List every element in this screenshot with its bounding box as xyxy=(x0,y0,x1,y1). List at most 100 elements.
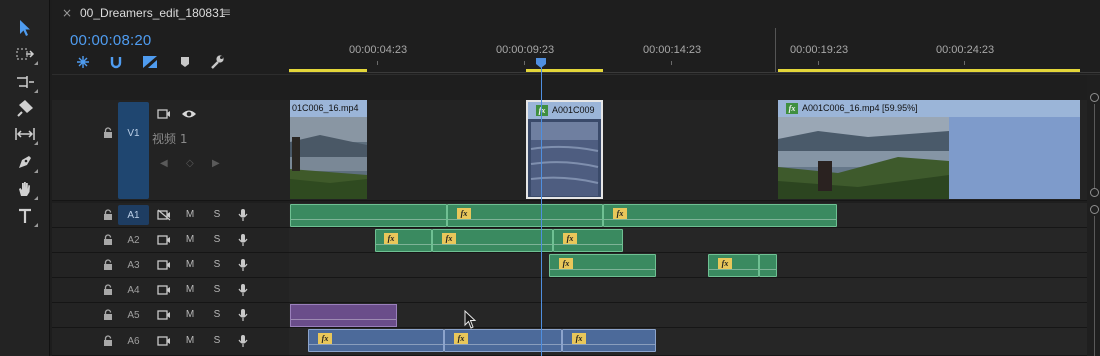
track-id: V1 xyxy=(127,128,140,139)
eye-icon[interactable] xyxy=(181,107,197,121)
scroll-track[interactable] xyxy=(1094,104,1095,188)
ruler-tick xyxy=(377,61,378,65)
target-track-v1[interactable]: V1 xyxy=(118,102,149,199)
audio-clip[interactable]: fx xyxy=(444,329,562,352)
microphone-icon[interactable] xyxy=(235,233,251,247)
mute-button[interactable]: M xyxy=(183,234,197,245)
audio-clip[interactable]: fx xyxy=(432,229,553,252)
type-tool-icon[interactable] xyxy=(12,204,38,228)
video-clip[interactable]: 01C006_16.mp4 xyxy=(290,100,367,199)
vertical-scrollbar[interactable] xyxy=(1087,75,1100,356)
audio-clip[interactable] xyxy=(290,304,397,327)
lock-track-icon[interactable] xyxy=(102,335,114,347)
audio-clip[interactable]: fx xyxy=(308,329,444,352)
audio-clip[interactable]: fx xyxy=(447,204,603,227)
track-name[interactable]: 视频 1 xyxy=(152,130,187,147)
solo-button[interactable]: S xyxy=(210,284,224,295)
sync-lock-off-icon[interactable] xyxy=(156,208,172,222)
audio-clip[interactable]: fx xyxy=(553,229,623,252)
sync-lock-icon[interactable] xyxy=(156,308,172,322)
mute-button[interactable]: M xyxy=(183,259,197,270)
solo-button[interactable]: S xyxy=(210,335,224,346)
add-keyframe-icon[interactable]: ◇ xyxy=(186,158,194,169)
track-header-a5: A5 M S xyxy=(52,303,289,328)
audio-clip[interactable]: fx xyxy=(375,229,432,252)
sync-lock-icon[interactable] xyxy=(156,233,172,247)
target-track-a1[interactable]: A1 xyxy=(118,205,149,225)
target-track-a3[interactable]: A3 xyxy=(118,255,149,275)
sync-lock-icon[interactable] xyxy=(156,283,172,297)
microphone-icon[interactable] xyxy=(235,283,251,297)
audio-lane-a6[interactable]: fx fx fx xyxy=(289,328,1087,356)
mute-button[interactable]: M xyxy=(183,309,197,320)
video-clip[interactable]: fx A001C006_16.mp4 [59.95%] xyxy=(778,100,1080,199)
audio-clip[interactable]: fx xyxy=(562,329,656,352)
panel-menu-icon[interactable]: ≡ xyxy=(221,5,231,19)
scroll-handle-top[interactable] xyxy=(1090,93,1099,102)
microphone-icon[interactable] xyxy=(235,334,251,348)
solo-button[interactable]: S xyxy=(210,309,224,320)
lock-track-icon[interactable] xyxy=(102,284,114,296)
microphone-icon[interactable] xyxy=(235,258,251,272)
track-select-tool-icon[interactable] xyxy=(12,42,38,66)
lock-track-icon[interactable] xyxy=(102,209,114,221)
linked-selection-icon[interactable] xyxy=(141,54,159,70)
solo-button[interactable]: S xyxy=(210,209,224,220)
lock-track-icon[interactable] xyxy=(102,127,114,139)
scroll-handle-bottom[interactable] xyxy=(1090,188,1099,197)
target-track-a5[interactable]: A5 xyxy=(118,305,149,325)
next-keyframe-icon[interactable]: ▶ xyxy=(212,158,220,169)
hand-tool-icon[interactable] xyxy=(12,177,38,201)
add-marker-icon[interactable] xyxy=(176,54,194,70)
close-tab-icon[interactable]: × xyxy=(62,6,72,20)
audio-clip[interactable]: fx xyxy=(549,254,656,277)
razor-tool-icon[interactable] xyxy=(12,96,38,120)
lock-track-icon[interactable] xyxy=(102,259,114,271)
waveform xyxy=(445,344,561,345)
prev-keyframe-icon[interactable]: ◀ xyxy=(160,158,168,169)
tools-panel xyxy=(0,0,50,356)
sequence-tab-title[interactable]: 00_Dreamers_edit_180831 xyxy=(80,6,225,20)
selection-tool-icon[interactable] xyxy=(12,16,38,40)
playhead-timecode[interactable]: 00:00:08:20 xyxy=(70,32,151,49)
snap-icon[interactable] xyxy=(107,54,125,70)
audio-lane-a2[interactable]: fx fx fx xyxy=(289,228,1087,253)
audio-lane-a1[interactable]: fx fx xyxy=(289,203,1087,228)
nest-icon[interactable] xyxy=(74,54,92,70)
mute-button[interactable]: M xyxy=(183,284,197,295)
waveform xyxy=(448,219,602,220)
microphone-icon[interactable] xyxy=(235,308,251,322)
lock-track-icon[interactable] xyxy=(102,309,114,321)
ruler-label: 00:00:14:23 xyxy=(643,44,702,56)
target-track-a4[interactable]: A4 xyxy=(118,280,149,300)
track-header-a2: A2 M S xyxy=(52,228,289,253)
audio-lane-a3[interactable]: fx fx xyxy=(289,253,1087,278)
clip-thumbnail xyxy=(528,119,601,197)
mute-button[interactable]: M xyxy=(183,209,197,220)
audio-lane-a4[interactable] xyxy=(289,278,1087,303)
audio-clip[interactable]: fx xyxy=(708,254,759,277)
scroll-track[interactable] xyxy=(1094,216,1095,356)
microphone-icon[interactable] xyxy=(235,208,251,222)
sync-lock-icon[interactable] xyxy=(156,258,172,272)
solo-button[interactable]: S xyxy=(210,234,224,245)
slip-tool-icon[interactable] xyxy=(12,122,38,146)
time-ruler[interactable]: 00:00:04:23 00:00:09:23 00:00:14:23 00:0… xyxy=(289,28,1100,74)
sync-lock-icon[interactable] xyxy=(156,334,172,348)
scroll-handle-top[interactable] xyxy=(1090,205,1099,214)
sync-lock-icon[interactable] xyxy=(156,107,172,121)
solo-button[interactable]: S xyxy=(210,259,224,270)
target-track-a2[interactable]: A2 xyxy=(118,230,149,250)
audio-clip[interactable]: fx xyxy=(603,204,837,227)
ripple-edit-tool-icon[interactable] xyxy=(12,70,38,94)
mute-button[interactable]: M xyxy=(183,335,197,346)
pen-tool-icon[interactable] xyxy=(12,150,38,174)
target-track-a6[interactable]: A6 xyxy=(118,331,149,351)
playhead-handle[interactable] xyxy=(535,57,547,69)
lock-track-icon[interactable] xyxy=(102,234,114,246)
video-clip[interactable]: fx A001C009 xyxy=(526,100,603,199)
audio-clip[interactable] xyxy=(290,204,447,227)
audio-clip[interactable] xyxy=(759,254,777,277)
settings-wrench-icon[interactable] xyxy=(208,54,226,70)
audio-lane-a5[interactable] xyxy=(289,303,1087,328)
